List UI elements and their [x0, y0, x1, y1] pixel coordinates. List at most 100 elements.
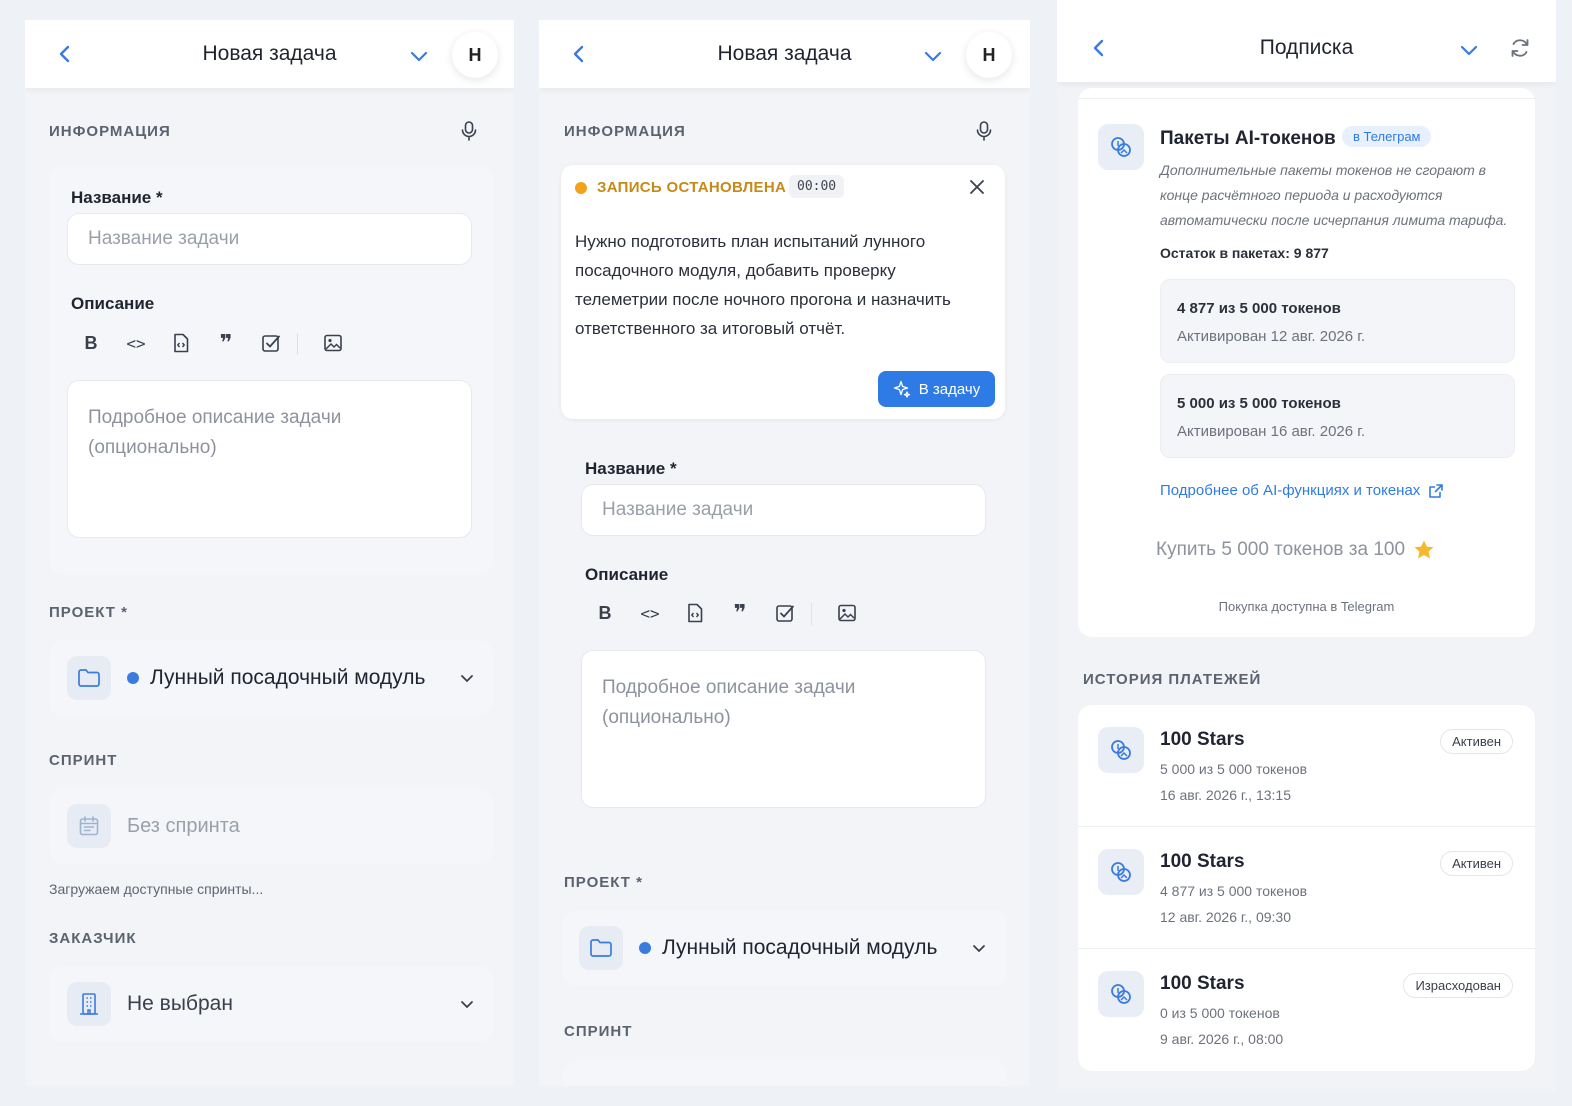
buy-availability-note: Покупка доступна в Telegram	[1218, 599, 1395, 614]
chevron-down-icon	[461, 675, 473, 683]
code-block-icon[interactable]	[681, 599, 709, 627]
chevron-down-icon[interactable]	[921, 44, 945, 68]
task-name-input[interactable]: Название задачи	[67, 213, 472, 265]
status-badge: Израсходован	[1403, 973, 1513, 998]
page-title: Новая задача	[202, 42, 337, 65]
sprint-section-label: СПРИНТ	[564, 1023, 633, 1040]
package-item: 4 877 из 5 000 токенов Активирован 12 ав…	[1160, 279, 1515, 363]
page-title: Подписка	[1259, 36, 1354, 59]
coins-icon	[1098, 971, 1144, 1017]
sprint-loading-note: Загружаем доступные спринты...	[49, 881, 264, 897]
packages-title: Пакеты AI-токенов	[1160, 128, 1336, 149]
project-select[interactable]: Лунный посадочный модуль	[67, 653, 477, 703]
packages-remaining: Остаток в пакетах: 9 877	[1160, 245, 1329, 261]
package-activated: Активирован 12 авг. 2026 г.	[1177, 328, 1366, 345]
project-color-dot	[639, 942, 651, 954]
avatar[interactable]: Н	[452, 32, 498, 78]
info-section-label: ИНФОРМАЦИЯ	[49, 123, 171, 140]
to-task-label: В задачу	[918, 380, 981, 398]
new-task-panel-1: Новая задача Н ИНФОРМАЦИЯ Название * Наз…	[25, 20, 514, 1086]
task-name-input[interactable]: Название задачи	[581, 484, 986, 536]
chevron-down-icon	[461, 1001, 473, 1009]
coins-icon	[1098, 849, 1144, 895]
payment-row[interactable]: 100 Stars 5 000 из 5 000 токенов 16 авг.…	[1078, 705, 1535, 827]
image-icon[interactable]	[319, 329, 347, 357]
divider	[1078, 98, 1535, 99]
payment-row[interactable]: 100 Stars 4 877 из 5 000 токенов 12 авг.…	[1078, 827, 1535, 949]
folder-icon	[579, 926, 623, 970]
project-name: Лунный посадочный модуль	[662, 936, 938, 959]
task-description-textarea[interactable]: Подробное описание задачи (опционально)	[581, 650, 986, 808]
toolbar-divider	[811, 603, 812, 625]
to-task-button[interactable]: В задачу	[878, 371, 995, 407]
bold-icon[interactable]: B	[591, 599, 619, 627]
recording-status: ЗАПИСЬ ОСТАНОВЛЕНА	[597, 179, 787, 196]
project-select[interactable]: Лунный посадочный модуль	[579, 923, 989, 973]
status-badge: Активен	[1440, 851, 1513, 876]
top-bar: Подписка	[1057, 0, 1556, 82]
toolbar-divider	[297, 333, 298, 355]
external-link-icon	[1429, 483, 1444, 498]
code-icon[interactable]: <>	[122, 329, 150, 357]
sprint-value: Без спринта	[127, 814, 240, 837]
payment-row[interactable]: 100 Stars 0 из 5 000 токенов 9 авг. 2026…	[1078, 949, 1535, 1071]
bold-icon[interactable]: B	[77, 329, 105, 357]
payment-title: 100 Stars	[1160, 851, 1245, 872]
quote-icon[interactable]: ❞	[726, 599, 754, 627]
payment-date: 16 авг. 2026 г., 13:15	[1160, 787, 1291, 803]
payment-tokens: 0 из 5 000 токенов	[1160, 1005, 1280, 1021]
checklist-icon[interactable]	[257, 329, 285, 357]
payment-title: 100 Stars	[1160, 729, 1245, 750]
task-description-textarea[interactable]: Подробное описание задачи (опционально)	[67, 380, 472, 538]
recording-timer: 00:00	[789, 175, 845, 198]
package-amount: 4 877 из 5 000 токенов	[1177, 300, 1341, 317]
folder-icon	[67, 656, 111, 700]
building-icon	[67, 982, 111, 1026]
project-name: Лунный посадочный модуль	[150, 666, 426, 689]
voice-transcript-card: ЗАПИСЬ ОСТАНОВЛЕНА 00:00 Нужно подготови…	[561, 165, 1005, 419]
client-section-label: ЗАКАЗЧИК	[49, 930, 137, 947]
client-select[interactable]: Не выбран	[67, 979, 477, 1029]
subscription-panel: Подписка Пакеты AI-токенов в Телеграм До…	[1057, 0, 1556, 1092]
description-label: Описание	[585, 565, 669, 584]
project-section-label: ПРОЕКТ *	[49, 604, 128, 621]
ai-packages-card: Пакеты AI-токенов в Телеграм Дополнитель…	[1078, 88, 1535, 637]
code-block-icon[interactable]	[167, 329, 195, 357]
chevron-down-icon	[973, 945, 985, 953]
close-icon[interactable]	[968, 178, 986, 196]
refresh-icon[interactable]	[1509, 37, 1531, 59]
chevron-down-icon[interactable]	[1457, 38, 1481, 62]
description-label: Описание	[71, 294, 155, 313]
project-section-label: ПРОЕКТ *	[564, 874, 643, 891]
payment-date: 12 авг. 2026 г., 09:30	[1160, 909, 1291, 925]
transcript-text: Нужно подготовить план испытаний лунного…	[575, 232, 951, 338]
ai-info-link-label: Подробнее об AI-функциях и токенах	[1160, 482, 1421, 499]
project-color-dot	[127, 672, 139, 684]
package-item: 5 000 из 5 000 токенов Активирован 16 ав…	[1160, 374, 1515, 458]
star-icon	[1414, 540, 1434, 559]
payment-history-list: 100 Stars 5 000 из 5 000 токенов 16 авг.…	[1078, 705, 1535, 1071]
microphone-icon[interactable]	[459, 120, 479, 142]
code-icon[interactable]: <>	[636, 599, 664, 627]
name-label: Название *	[71, 188, 163, 207]
buy-tokens-button[interactable]: Купить 5 000 токенов за 100	[1156, 539, 1435, 561]
payment-tokens: 5 000 из 5 000 токенов	[1160, 761, 1308, 777]
payment-history-label: ИСТОРИЯ ПЛАТЕЖЕЙ	[1083, 671, 1262, 688]
format-toolbar: B <> ❞	[77, 329, 377, 359]
avatar[interactable]: Н	[966, 32, 1012, 78]
page-title: Новая задача	[717, 42, 852, 65]
checklist-icon[interactable]	[771, 599, 799, 627]
coins-icon	[1098, 727, 1144, 773]
calendar-icon	[67, 804, 111, 848]
buy-tokens-label: Купить 5 000 токенов за 100	[1156, 539, 1406, 560]
payment-tokens: 4 877 из 5 000 токенов	[1160, 883, 1308, 899]
image-icon[interactable]	[833, 599, 861, 627]
ai-info-link[interactable]: Подробнее об AI-функциях и токенах	[1160, 482, 1444, 499]
payment-date: 9 авг. 2026 г., 08:00	[1160, 1031, 1284, 1047]
sprint-select[interactable]: Без спринта	[67, 801, 477, 851]
recording-status-dot	[575, 182, 587, 194]
chevron-down-icon[interactable]	[407, 44, 431, 68]
package-amount: 5 000 из 5 000 токенов	[1177, 395, 1341, 412]
quote-icon[interactable]: ❞	[212, 329, 240, 357]
microphone-icon[interactable]	[974, 120, 994, 142]
